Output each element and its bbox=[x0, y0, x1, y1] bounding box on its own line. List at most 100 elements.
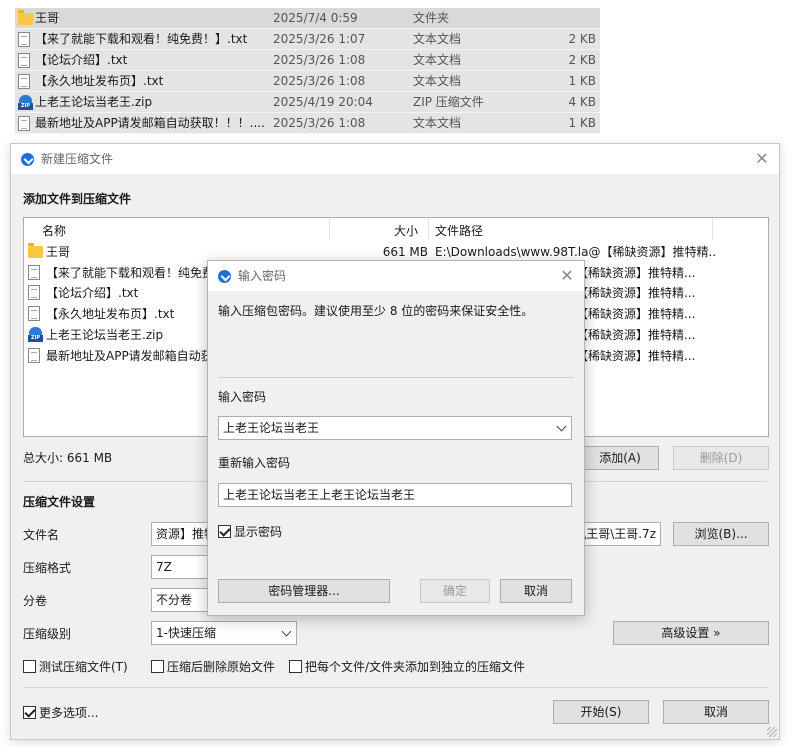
divider bbox=[23, 687, 767, 688]
explorer-row[interactable]: 最新地址及APP请发邮箱自动获取！！！.... 2025/3/26 1:08 文… bbox=[15, 113, 600, 134]
delete-after-checkbox[interactable] bbox=[151, 660, 164, 673]
text-file-icon bbox=[28, 348, 40, 363]
file-size: 4 KB bbox=[568, 95, 596, 109]
file-type: 文本文档 bbox=[413, 32, 462, 46]
column-divider[interactable] bbox=[329, 218, 330, 240]
list-item-size: 661 MB bbox=[382, 245, 428, 259]
file-name: 【论坛介绍】.txt bbox=[35, 53, 128, 67]
show-password-label: 显示密码 bbox=[234, 525, 283, 539]
filename-label: 文件名 bbox=[23, 528, 60, 542]
file-date: 2025/7/4 0:59 bbox=[273, 11, 358, 25]
resize-grip-icon[interactable] bbox=[767, 727, 777, 737]
file-name: 王哥 bbox=[35, 11, 60, 25]
explorer-file-list: 王哥 2025/7/4 0:59 文件夹 【来了就能下载和观看！纯免费！】.tx… bbox=[15, 8, 600, 134]
level-select-value: 1-快速压缩 bbox=[156, 626, 216, 640]
test-archive-label: 测试压缩文件(T) bbox=[39, 660, 128, 674]
list-item-path: 【稀缺资源】推特精... bbox=[576, 286, 696, 300]
more-options-label: 更多选项... bbox=[39, 706, 99, 720]
separate-archives-checkbox[interactable] bbox=[289, 660, 302, 673]
folder-icon bbox=[18, 10, 33, 26]
confirm-password-input[interactable]: 上老王论坛当老王上老王论坛当老王 bbox=[218, 483, 572, 507]
password-dialog: 输入密码 ✕ 输入压缩包密码。建议使用至少 8 位的密码来保证安全性。 输入密码… bbox=[207, 260, 585, 616]
format-select-value: 7Z bbox=[156, 560, 172, 574]
level-label: 压缩级别 bbox=[23, 627, 72, 641]
file-size: 2 KB bbox=[568, 53, 596, 67]
file-size: 2 KB bbox=[568, 32, 596, 46]
file-type: 文本文档 bbox=[413, 74, 462, 88]
dialog-title: 新建压缩文件 bbox=[41, 152, 114, 166]
separate-archives-label: 把每个文件/文件夹添加到独立的压缩文件 bbox=[305, 660, 526, 674]
file-type: 文本文档 bbox=[413, 116, 462, 130]
zip-file-icon: ZIP bbox=[28, 327, 43, 342]
ok-button[interactable]: 确定 bbox=[420, 579, 490, 603]
dialog-title: 输入密码 bbox=[238, 269, 287, 283]
text-file-icon bbox=[18, 32, 32, 47]
cancel-button[interactable]: 取消 bbox=[663, 700, 769, 724]
explorer-row[interactable]: 【永久地址发布页】.txt 2025/3/26 1:08 文本文档 1 KB bbox=[15, 71, 600, 92]
file-name: 【永久地址发布页】.txt bbox=[35, 74, 164, 88]
level-select[interactable]: 1-快速压缩 bbox=[151, 621, 297, 645]
file-size: 1 KB bbox=[568, 74, 596, 88]
list-item-path: 【稀缺资源】推特精... bbox=[576, 349, 696, 363]
dialog-titlebar: 新建压缩文件 ✕ bbox=[11, 144, 779, 174]
volume-label: 分卷 bbox=[23, 594, 48, 608]
list-item[interactable]: 王哥 661 MB E:\Downloads\www.98T.la@【稀缺资源】… bbox=[28, 242, 764, 262]
column-divider[interactable] bbox=[428, 218, 429, 240]
password-description: 输入压缩包密码。建议使用至少 8 位的密码来保证安全性。 bbox=[218, 304, 534, 318]
file-type: 文件夹 bbox=[413, 11, 450, 25]
file-name: 上老王论坛当老王.zip bbox=[35, 95, 153, 109]
chevron-down-icon[interactable] bbox=[556, 421, 567, 432]
cancel-button[interactable]: 取消 bbox=[500, 579, 572, 603]
file-date: 2025/3/26 1:08 bbox=[273, 74, 366, 88]
more-options-checkbox[interactable] bbox=[23, 706, 36, 719]
zip-file-icon: ZIP bbox=[18, 95, 33, 110]
column-header-size[interactable]: 大小 bbox=[394, 222, 418, 239]
advanced-settings-button[interactable]: 高级设置 » bbox=[613, 621, 769, 645]
list-item-name: 王哥 bbox=[46, 245, 71, 259]
filename-field-right-text: \王哥\王哥.7z bbox=[582, 527, 656, 541]
file-name: 【来了就能下载和观看！纯免费！】.txt bbox=[35, 32, 248, 46]
test-archive-checkbox[interactable] bbox=[23, 660, 36, 673]
browse-button[interactable]: 浏览(B)... bbox=[673, 522, 769, 546]
password-input[interactable]: 上老王论坛当老王 bbox=[218, 416, 572, 440]
file-type: ZIP 压缩文件 bbox=[413, 95, 484, 109]
file-date: 2025/4/19 20:04 bbox=[273, 95, 373, 109]
explorer-row[interactable]: 王哥 2025/7/4 0:59 文件夹 bbox=[15, 8, 600, 29]
file-date: 2025/3/26 1:08 bbox=[273, 116, 366, 130]
column-header-name[interactable]: 名称 bbox=[42, 222, 66, 239]
delete-after-label: 压缩后删除原始文件 bbox=[167, 660, 276, 674]
confirm-password-value: 上老王论坛当老王上老王论坛当老王 bbox=[223, 488, 416, 502]
close-icon[interactable]: ✕ bbox=[558, 267, 576, 285]
explorer-row[interactable]: ZIP 上老王论坛当老王.zip 2025/4/19 20:04 ZIP 压缩文… bbox=[15, 92, 600, 113]
close-icon[interactable]: ✕ bbox=[753, 150, 771, 168]
file-type: 文本文档 bbox=[413, 53, 462, 67]
list-item-path: 【稀缺资源】推特精... bbox=[576, 266, 696, 280]
chevron-down-icon bbox=[281, 626, 292, 637]
app-logo-icon bbox=[21, 153, 34, 166]
text-file-icon bbox=[18, 74, 32, 89]
text-file-icon bbox=[28, 265, 40, 280]
app-logo-icon bbox=[218, 270, 231, 283]
column-divider[interactable] bbox=[712, 218, 713, 240]
file-date: 2025/3/26 1:07 bbox=[273, 32, 366, 46]
column-header-path[interactable]: 文件路径 bbox=[435, 222, 483, 239]
settings-heading: 压缩文件设置 bbox=[23, 495, 96, 509]
folder-icon bbox=[28, 243, 43, 258]
delete-button[interactable]: 删除(D) bbox=[673, 446, 769, 470]
add-button[interactable]: 添加(A) bbox=[581, 446, 659, 470]
add-files-heading: 添加文件到压缩文件 bbox=[23, 192, 132, 206]
explorer-row[interactable]: 【来了就能下载和观看！纯免费！】.txt 2025/3/26 1:07 文本文档… bbox=[15, 29, 600, 50]
file-size: 1 KB bbox=[568, 116, 596, 130]
confirm-password-label: 重新输入密码 bbox=[218, 456, 291, 470]
file-date: 2025/3/26 1:08 bbox=[273, 53, 366, 67]
explorer-row[interactable]: 【论坛介绍】.txt 2025/3/26 1:08 文本文档 2 KB bbox=[15, 50, 600, 71]
password-label: 输入密码 bbox=[218, 390, 267, 404]
text-file-icon bbox=[18, 53, 32, 68]
list-item-path: 【稀缺资源】推特精... bbox=[576, 307, 696, 321]
dialog-titlebar: 输入密码 ✕ bbox=[208, 261, 584, 291]
volume-select-value: 不分卷 bbox=[156, 593, 193, 607]
show-password-checkbox[interactable] bbox=[218, 525, 231, 538]
format-label: 压缩格式 bbox=[23, 561, 72, 575]
password-manager-button[interactable]: 密码管理器... bbox=[218, 579, 390, 603]
start-button[interactable]: 开始(S) bbox=[553, 700, 649, 724]
